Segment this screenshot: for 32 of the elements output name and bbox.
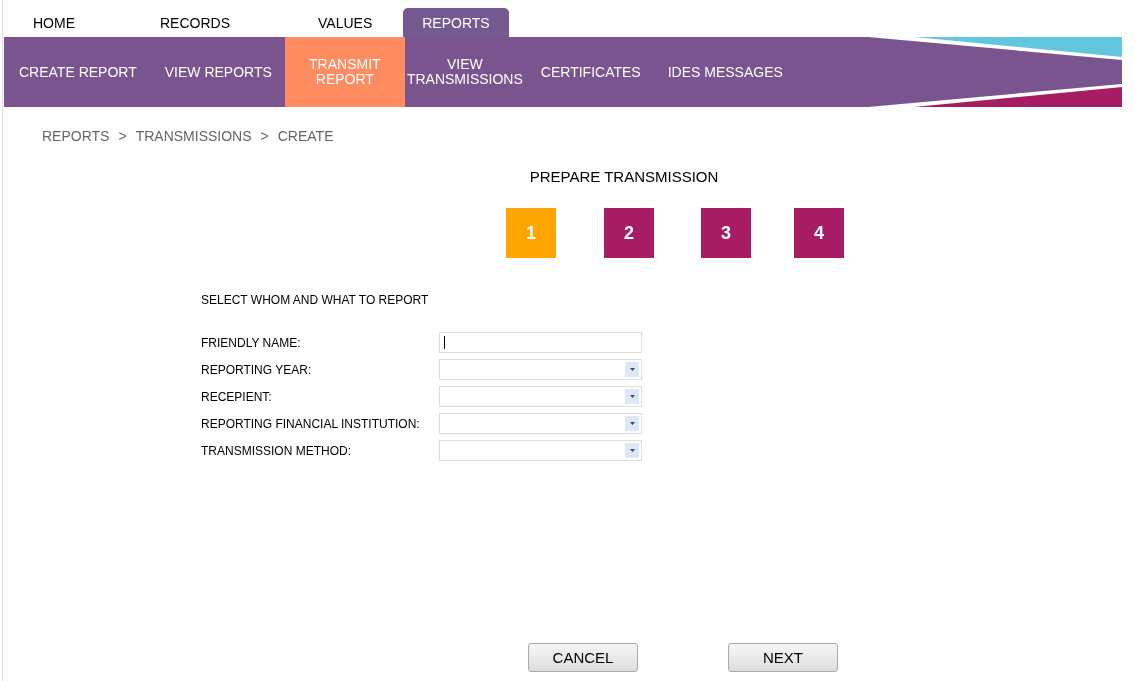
dropdown-field[interactable] (439, 440, 642, 461)
field-label: FRIENDLY NAME: (201, 335, 302, 350)
field-label: RECEPIENT: (201, 389, 273, 404)
field-label: REPORTING YEAR: (201, 362, 313, 377)
dropdown-field[interactable] (439, 386, 642, 407)
subnav-item[interactable]: CREATE REPORT (4, 37, 152, 107)
text-cursor (444, 336, 445, 349)
breadcrumb-link[interactable]: REPORTS (42, 128, 110, 144)
dropdown-field[interactable] (439, 359, 642, 380)
nav-tab[interactable]: RECORDS (141, 8, 249, 37)
breadcrumb-link[interactable]: CREATE (277, 128, 334, 144)
section-heading: SELECT WHOM AND WHAT TO REPORT (201, 293, 430, 307)
breadcrumb-separator: > (118, 128, 127, 144)
nav-tab[interactable]: HOME (14, 8, 94, 37)
breadcrumb-separator: > (260, 128, 269, 144)
step-indicator[interactable]: 3 (701, 208, 751, 258)
text-field[interactable] (439, 332, 642, 353)
dropdown-field[interactable] (439, 413, 642, 434)
nav-tab[interactable]: VALUES (299, 8, 392, 37)
action-button[interactable]: NEXT (728, 643, 838, 672)
field-label: TRANSMISSION METHOD: (201, 443, 352, 458)
nav-tab[interactable]: REPORTS (403, 8, 509, 37)
field-label: REPORTING FINANCIAL INSTITUTION: (201, 416, 421, 431)
subnav-item[interactable]: IDES MESSAGES (654, 37, 796, 107)
breadcrumb-link[interactable]: TRANSMISSIONS (135, 128, 252, 144)
step-indicator[interactable]: 4 (794, 208, 844, 258)
subnav-item[interactable]: VIEW TRANSMISSIONS (404, 37, 525, 107)
step-indicator[interactable]: 2 (604, 208, 654, 258)
subnav-item[interactable]: CERTIFICATES (524, 37, 655, 107)
page-title: PREPARE TRANSMISSION (528, 167, 720, 185)
action-button[interactable]: CANCEL (528, 643, 638, 672)
subnav-item[interactable]: VIEW REPORTS (151, 37, 285, 107)
